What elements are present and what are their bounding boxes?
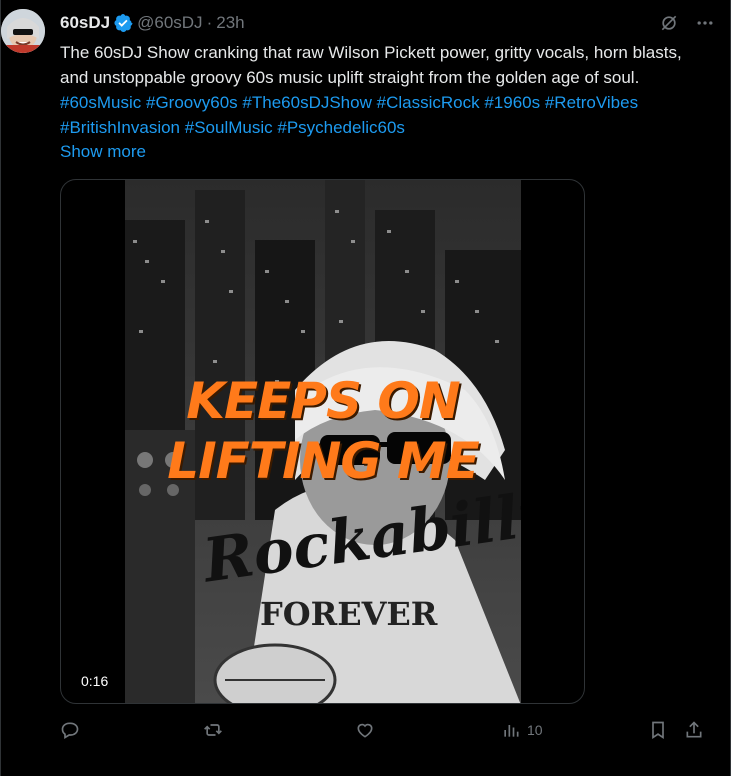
hashtag-link[interactable]: #RetroVibes (545, 93, 638, 112)
video-overlay-subtitle: LIFTING ME (167, 432, 480, 490)
grok-icon[interactable] (658, 12, 680, 34)
share-button[interactable] (684, 720, 704, 740)
bookmark-icon (652, 721, 664, 740)
share-icon (686, 721, 702, 738)
avatar[interactable] (1, 9, 45, 53)
like-button[interactable] (355, 720, 375, 740)
repost-button[interactable] (203, 720, 223, 740)
views-icon (504, 725, 519, 737)
video-overlay-title: KEEPS ON (186, 372, 460, 430)
video-thumbnail[interactable]: Rockabilly FOREVER KEEPS ON LIFTING ME (125, 180, 521, 703)
handle[interactable]: @60sDJ (137, 13, 202, 33)
tweet-header: 60sDJ @60sDJ · 23h (60, 12, 245, 34)
hashtag-link[interactable]: #SoulMusic (185, 118, 273, 137)
repost-icon (204, 724, 222, 736)
more-icon[interactable] (694, 12, 716, 34)
hashtag-link[interactable]: #1960s (484, 93, 540, 112)
hashtag-link[interactable]: #BritishInvasion (60, 118, 180, 137)
verified-badge-icon[interactable] (113, 13, 133, 33)
separator: · (206, 13, 213, 32)
show-more-link[interactable]: Show more (60, 140, 146, 164)
hashtag-link[interactable]: #The60sDJShow (242, 93, 371, 112)
action-bar: 10 (60, 720, 720, 744)
tweet-body: The 60sDJ Show cranking that raw Wilson … (60, 43, 682, 87)
like-icon (357, 723, 373, 738)
tweet[interactable]: 60sDJ @60sDJ · 23h The 60sDJ Show cranki… (0, 0, 731, 776)
hashtag-link[interactable]: #ClassicRock (377, 93, 480, 112)
display-name[interactable]: 60sDJ (60, 13, 110, 33)
bookmark-button[interactable] (648, 720, 668, 740)
views-count: 10 (527, 722, 543, 738)
shirt-forever-text: FOREVER (260, 595, 438, 633)
hashtag-link[interactable]: #Groovy60s (146, 93, 238, 112)
video-duration: 0:16 (73, 671, 117, 691)
views-button[interactable]: 10 (501, 720, 543, 740)
hashtag-link[interactable]: #Psychedelic60s (277, 118, 405, 137)
top-actions (658, 12, 716, 34)
reply-button[interactable] (60, 720, 80, 740)
reply-icon (61, 722, 79, 739)
hashtag-link[interactable]: #60sMusic (60, 93, 141, 112)
timestamp[interactable]: 23h (216, 13, 244, 33)
tweet-text: The 60sDJ Show cranking that raw Wilson … (60, 40, 700, 140)
video-player[interactable]: Rockabilly FOREVER KEEPS ON LIFTING ME 0… (60, 179, 585, 704)
